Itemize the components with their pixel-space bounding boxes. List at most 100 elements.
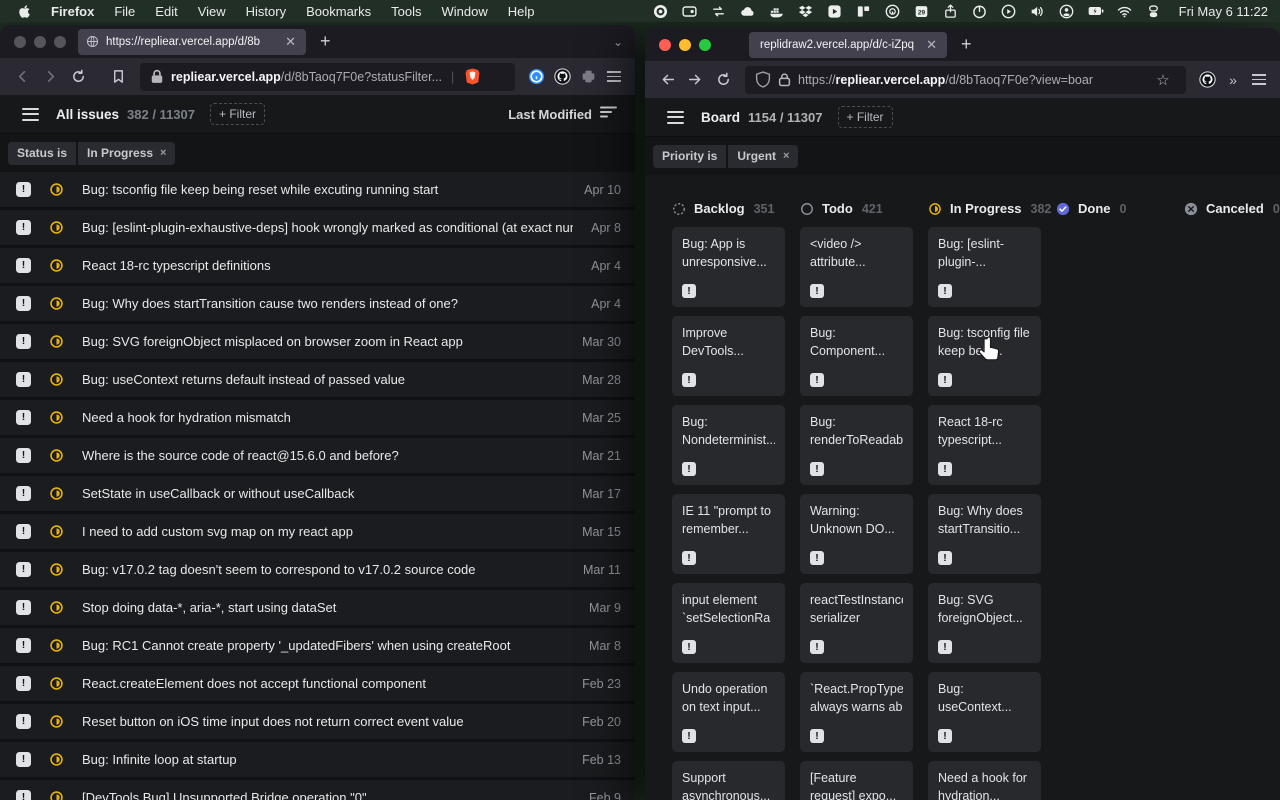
apple-menu-icon[interactable] — [18, 4, 33, 19]
menu-tools[interactable]: Tools — [391, 4, 421, 19]
kanban-card[interactable]: <video /> attribute... ! — [800, 227, 913, 307]
assistant-icon[interactable] — [1059, 3, 1075, 19]
maximize-window-icon[interactable] — [54, 36, 66, 48]
url-bar[interactable]: repliear.vercel.app/d/8bTaoq7F0e?statusF… — [140, 63, 515, 91]
kanban-card[interactable]: [Feature request] expo... ! — [800, 761, 913, 800]
issue-row[interactable]: ! Reset button on iOS time input does no… — [0, 704, 635, 742]
forward-icon[interactable] — [36, 64, 64, 90]
issue-row[interactable]: ! Bug: Infinite loop at startup Feb 13 — [0, 742, 635, 780]
issue-row[interactable]: ! Bug: RC1 Cannot create property '_upda… — [0, 628, 635, 666]
dropbox-icon[interactable] — [798, 3, 814, 19]
issue-row[interactable]: ! Stop doing data-*, aria-*, start using… — [0, 590, 635, 628]
kanban-card[interactable]: reactTestInstance serializer ! — [800, 583, 913, 663]
window-controls[interactable] — [659, 39, 711, 51]
chevron-down-icon[interactable]: ⌄ — [613, 35, 623, 49]
issue-row[interactable]: ! [DevTools Bug] Unsupported Bridge oper… — [0, 780, 635, 800]
minimize-window-icon[interactable] — [34, 36, 46, 48]
back-icon[interactable] — [653, 67, 681, 93]
kanban-card[interactable]: Support asynchronous... ! — [672, 761, 785, 800]
close-tab-icon[interactable]: ✕ — [924, 37, 939, 53]
profiles-icon[interactable] — [1146, 3, 1162, 19]
menu-view[interactable]: View — [198, 4, 226, 19]
reload-icon[interactable] — [709, 67, 737, 93]
minimize-window-icon[interactable] — [679, 39, 691, 51]
kanban-card[interactable]: `React.PropTypes always warns ab ! — [800, 672, 913, 752]
brave-shield-icon[interactable] — [463, 64, 481, 90]
power-icon[interactable] — [972, 3, 988, 19]
kanban-card[interactable]: React 18-rc typescript... ! — [928, 405, 1041, 485]
docker-icon[interactable] — [769, 3, 785, 19]
kanban-card[interactable]: Undo operation on text input... ! — [672, 672, 785, 752]
reload-icon[interactable] — [64, 64, 92, 90]
sidebar-menu-icon[interactable] — [667, 111, 684, 124]
kanban-card[interactable]: Warning: Unknown DO... ! — [800, 494, 913, 574]
kanban-card[interactable]: Bug: [eslint-plugin-... ! — [928, 227, 1041, 307]
menubar-app-name[interactable]: Firefox — [51, 4, 94, 19]
back-icon[interactable] — [8, 64, 36, 90]
sidebar-menu-icon[interactable] — [22, 108, 39, 121]
filter-chip[interactable]: Priority is — [653, 145, 726, 168]
sort-icon[interactable] — [600, 105, 617, 124]
extensions-puzzle-icon[interactable] — [575, 64, 601, 90]
menu-help[interactable]: Help — [508, 4, 535, 19]
kanban-card[interactable]: Bug: SVG foreignObject... ! — [928, 583, 1041, 663]
close-window-icon[interactable] — [659, 39, 671, 51]
display-icon[interactable] — [682, 3, 698, 19]
issue-row[interactable]: ! Bug: tsconfig file keep being reset wh… — [0, 172, 635, 210]
cloud-icon[interactable] — [740, 3, 756, 19]
one-password-icon[interactable] — [885, 3, 901, 19]
sync-icon[interactable] — [711, 3, 727, 19]
new-tab-button[interactable]: + — [961, 34, 972, 55]
issue-row[interactable]: ! React 18-rc typescript definitions Apr… — [0, 248, 635, 286]
new-tab-button[interactable]: + — [320, 31, 331, 52]
browser-tab[interactable]: replidraw2.vercel.app/d/c-iZpq ✕ — [749, 32, 947, 58]
issue-row[interactable]: ! Need a hook for hydration mismatch Mar… — [0, 400, 635, 438]
close-window-icon[interactable] — [14, 36, 26, 48]
menu-file[interactable]: File — [114, 4, 135, 19]
play-circle-icon[interactable] — [1001, 3, 1017, 19]
battery-icon[interactable] — [1088, 3, 1104, 19]
filter-chip[interactable]: Urgent× — [728, 145, 798, 168]
add-filter-button[interactable]: + Filter — [210, 103, 265, 125]
kanban-card[interactable]: Bug: useContext... ! — [928, 672, 1041, 752]
issue-row[interactable]: ! Bug: SVG foreignObject misplaced on br… — [0, 324, 635, 362]
kanban-card[interactable]: Bug: Nondeterminist... ! — [672, 405, 785, 485]
issue-row[interactable]: ! SetState in useCallback or without use… — [0, 476, 635, 514]
issue-row[interactable]: ! Bug: useContext returns default instea… — [0, 362, 635, 400]
chip-close-icon[interactable]: × — [160, 148, 166, 159]
menu-hamburger-icon[interactable] — [1246, 67, 1272, 93]
maximize-window-icon[interactable] — [699, 39, 711, 51]
github-extension-icon[interactable] — [549, 64, 575, 90]
menu-history[interactable]: History — [246, 4, 286, 19]
kanban-card[interactable]: Bug: tsconfig file keep bein... ! — [928, 316, 1041, 396]
kanban-card[interactable]: Bug: renderToReadab ! — [800, 405, 913, 485]
chip-close-icon[interactable]: × — [783, 151, 789, 162]
issue-row[interactable]: ! Bug: Why does startTransition cause tw… — [0, 286, 635, 324]
issue-row[interactable]: ! React.createElement does not accept fu… — [0, 666, 635, 704]
kanban-card[interactable]: Bug: Why does startTransitio... ! — [928, 494, 1041, 574]
menu-window[interactable]: Window — [442, 4, 488, 19]
kanban-card[interactable]: Bug: Component... ! — [800, 316, 913, 396]
play-square-icon[interactable] — [827, 3, 843, 19]
one-password-extension-icon[interactable] — [523, 64, 549, 90]
close-tab-icon[interactable]: ✕ — [283, 34, 298, 50]
kanban-card[interactable]: Bug: App is unresponsive... ! — [672, 227, 785, 307]
menu-bookmarks[interactable]: Bookmarks — [306, 4, 371, 19]
issue-row[interactable]: ! Bug: v17.0.2 tag doesn't seem to corre… — [0, 552, 635, 590]
forward-icon[interactable] — [681, 67, 709, 93]
url-bar[interactable]: https://repliear.vercel.app/d/8bTaoq7F0e… — [745, 66, 1186, 94]
issue-row[interactable]: ! I need to add custom svg map on my rea… — [0, 514, 635, 552]
window-controls[interactable] — [14, 36, 66, 48]
filter-chip[interactable]: Status is — [8, 142, 76, 165]
menu-edit[interactable]: Edit — [155, 4, 177, 19]
record-icon[interactable] — [653, 3, 669, 19]
issue-row[interactable]: ! Bug: [eslint-plugin-exhaustive-deps] h… — [0, 210, 635, 248]
menu-hamburger-icon[interactable] — [601, 64, 627, 90]
sort-order-label[interactable]: Last Modified — [508, 107, 592, 122]
add-filter-button[interactable]: + Filter — [838, 106, 893, 128]
bookmark-icon[interactable] — [104, 64, 132, 90]
browser-tab[interactable]: https://repliear.vercel.app/d/8b ✕ — [78, 29, 306, 55]
filter-chip[interactable]: In Progress× — [78, 142, 175, 165]
bookmark-star-icon[interactable]: ☆ — [1150, 67, 1176, 93]
volume-icon[interactable] — [1030, 3, 1046, 19]
